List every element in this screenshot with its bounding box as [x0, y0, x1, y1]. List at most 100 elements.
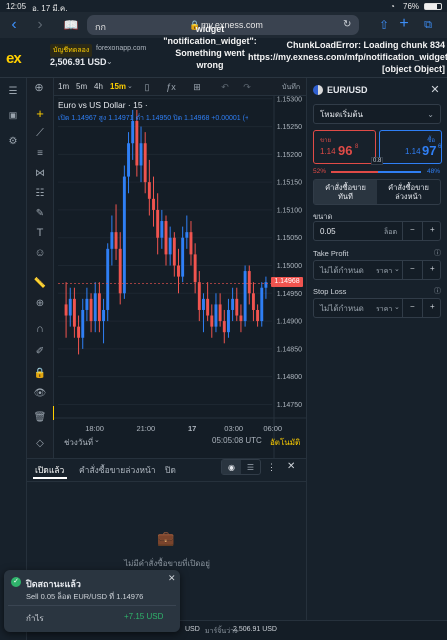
- candle-body: [247, 271, 251, 294]
- more-icon[interactable]: ⋮: [267, 462, 276, 473]
- volume-decrease-button[interactable]: −: [410, 225, 415, 234]
- timeframe-5m[interactable]: 5m: [76, 82, 87, 91]
- timeframe-1m[interactable]: 1m: [58, 82, 69, 91]
- briefcase-icon[interactable]: ▣: [5, 108, 21, 122]
- sl-increase-button[interactable]: +: [430, 302, 435, 311]
- time-tick-label: 17: [188, 424, 196, 433]
- tp-unit[interactable]: ราคา: [376, 266, 392, 277]
- bookmarks-icon[interactable]: 📖: [62, 16, 80, 34]
- date-range-button[interactable]: ช่วงวันที่: [64, 436, 93, 449]
- volume-field[interactable]: 0.05 ล็อต − +: [313, 221, 441, 241]
- time-tick-label: 18:00: [85, 424, 104, 433]
- text-icon[interactable]: T: [32, 226, 48, 240]
- pattern-icon[interactable]: ⋈: [32, 166, 48, 180]
- volume-value[interactable]: 0.05: [320, 227, 336, 236]
- auto-scale-button[interactable]: อัตโนมัติ: [270, 436, 300, 449]
- candle-body: [160, 221, 164, 238]
- redo-icon[interactable]: ↷: [240, 81, 254, 93]
- tp-decrease-button[interactable]: −: [410, 264, 415, 273]
- tab-closed[interactable]: ปิด: [165, 463, 176, 477]
- candle-body: [131, 121, 135, 144]
- forward-icon[interactable]: ›: [32, 16, 48, 34]
- gear-icon[interactable]: ⚙: [5, 134, 21, 148]
- chart-clock: 05:05:08 UTC: [212, 436, 262, 445]
- ruler-icon[interactable]: 📏: [32, 276, 48, 290]
- tp-increase-button[interactable]: +: [430, 264, 435, 273]
- brush-icon[interactable]: ✎: [32, 206, 48, 220]
- info-icon[interactable]: ⓘ: [434, 286, 441, 296]
- new-tab-icon[interactable]: +: [396, 14, 412, 34]
- eye-icon[interactable]: ◉: [222, 460, 241, 474]
- candle-type-icon[interactable]: ▯: [140, 81, 154, 93]
- tp-value[interactable]: ไม่ได้กำหนด: [320, 264, 364, 277]
- reload-icon[interactable]: ↻: [343, 19, 351, 30]
- mode-select[interactable]: โหมดเริ่มต้น ⌄: [313, 104, 441, 124]
- tab-pending-order[interactable]: คำสั่งซื้อขาย ล่วงหน้า: [377, 180, 440, 204]
- parallel-lines-icon[interactable]: ≡: [32, 146, 48, 160]
- menu-icon[interactable]: ☰: [5, 84, 21, 98]
- trash-icon[interactable]: 🗑: [32, 410, 48, 424]
- url-bar[interactable]: กก 🔒 my.exness.com ↻: [87, 15, 359, 35]
- account-balance[interactable]: 2,506.91 USD: [50, 57, 107, 67]
- indicators-icon[interactable]: ƒx: [164, 81, 178, 93]
- lock-icon[interactable]: 🔒: [32, 366, 48, 380]
- volume-increase-button[interactable]: +: [430, 225, 435, 234]
- layers-icon[interactable]: ☰: [241, 460, 260, 474]
- candle-body: [214, 304, 218, 327]
- eye-icon[interactable]: 👁: [32, 386, 48, 400]
- candle-body: [139, 143, 143, 166]
- close-icon[interactable]: ✕: [429, 83, 441, 96]
- add-indicator-icon[interactable]: ⊕: [32, 80, 46, 94]
- candle-body: [118, 248, 122, 294]
- lock-drawing-icon[interactable]: ✐: [32, 344, 48, 358]
- buy-button[interactable]: ซื้อ 1.14 97 6: [379, 130, 442, 164]
- emoji-icon[interactable]: ☺: [32, 246, 48, 260]
- save-button[interactable]: บันทึก: [282, 82, 300, 93]
- fib-icon[interactable]: ☷: [32, 186, 48, 200]
- info-icon[interactable]: ⓘ: [434, 248, 441, 258]
- undo-icon[interactable]: ↶: [218, 81, 232, 93]
- exness-logo[interactable]: ex: [6, 50, 22, 67]
- timeframe-bar: ⊕ 1m 5m 4h 15m ⌄ ▯ ƒx ⊞ ↶ ↷ บันทึก: [34, 78, 306, 96]
- price-tick-label: 1.14850: [277, 346, 302, 353]
- candle-body: [127, 143, 130, 177]
- sell-button[interactable]: ขาย 1.14 96 8: [313, 130, 376, 164]
- timeframe-dropdown-icon[interactable]: ⌄: [127, 82, 133, 90]
- timeframe-4h[interactable]: 4h: [94, 82, 103, 91]
- time-tick-label: 03:00: [224, 424, 243, 433]
- sell-price-sup: 8: [355, 144, 359, 150]
- chevron-down-icon[interactable]: ⌄: [94, 436, 100, 444]
- status-time: 12:05: [6, 2, 27, 11]
- sl-value[interactable]: ไม่ได้กำหนด: [320, 302, 364, 315]
- close-icon[interactable]: ✕: [287, 461, 295, 472]
- candle-body: [68, 298, 72, 316]
- sl-decrease-button[interactable]: −: [410, 302, 415, 311]
- share-icon[interactable]: ⇧: [376, 16, 392, 34]
- zoom-icon[interactable]: ⊕: [32, 296, 48, 310]
- chart-panel[interactable]: 1.15300 1.15250 1.15200 1.15150 1.15100 1.150…: [54, 78, 306, 458]
- diamond-icon[interactable]: ◇: [32, 436, 48, 450]
- price-chart[interactable]: 1.15300 1.15250 1.15200 1.15150 1.15100 1.150…: [54, 96, 306, 458]
- crosshair-icon[interactable]: +: [32, 106, 48, 121]
- back-icon[interactable]: ‹: [6, 16, 22, 34]
- footer-currency: USD: [185, 626, 200, 633]
- close-icon[interactable]: ✕: [168, 573, 176, 584]
- tab-market-order[interactable]: คำสั่งซื้อขาย ทันที: [314, 180, 377, 204]
- tab-open-positions[interactable]: เปิดแล้ว: [35, 463, 64, 477]
- layout-icon[interactable]: ⊞: [190, 81, 204, 93]
- candle-body: [72, 298, 76, 327]
- tabs-icon[interactable]: ⧉: [419, 16, 437, 34]
- candle-body: [210, 315, 214, 327]
- magnet-icon[interactable]: ∩: [32, 322, 48, 336]
- candle-body: [147, 182, 151, 199]
- stop-loss-field[interactable]: ไม่ได้กำหนด ราคา ⌄ − +: [313, 298, 441, 318]
- time-tick-label: 06:00: [263, 424, 282, 433]
- timeframe-15m-active[interactable]: 15m: [110, 82, 126, 91]
- take-profit-field[interactable]: ไม่ได้กำหนด ราคา ⌄ − +: [313, 260, 441, 280]
- sl-unit[interactable]: ราคา: [376, 304, 392, 315]
- trendline-icon[interactable]: ⟋: [32, 126, 48, 140]
- price-tick-label: 1.15200: [277, 152, 302, 159]
- chevron-down-icon[interactable]: ⌄: [106, 57, 113, 66]
- tab-pending-orders[interactable]: คำสั่งซื้อขายล่วงหน้า: [79, 463, 156, 477]
- drawing-toolbar: + ⟋ ≡ ⋈ ☷ ✎ T ☺ 📏 ⊕ ∩ ✐ 🔒 👁 🗑 ◇: [27, 78, 58, 458]
